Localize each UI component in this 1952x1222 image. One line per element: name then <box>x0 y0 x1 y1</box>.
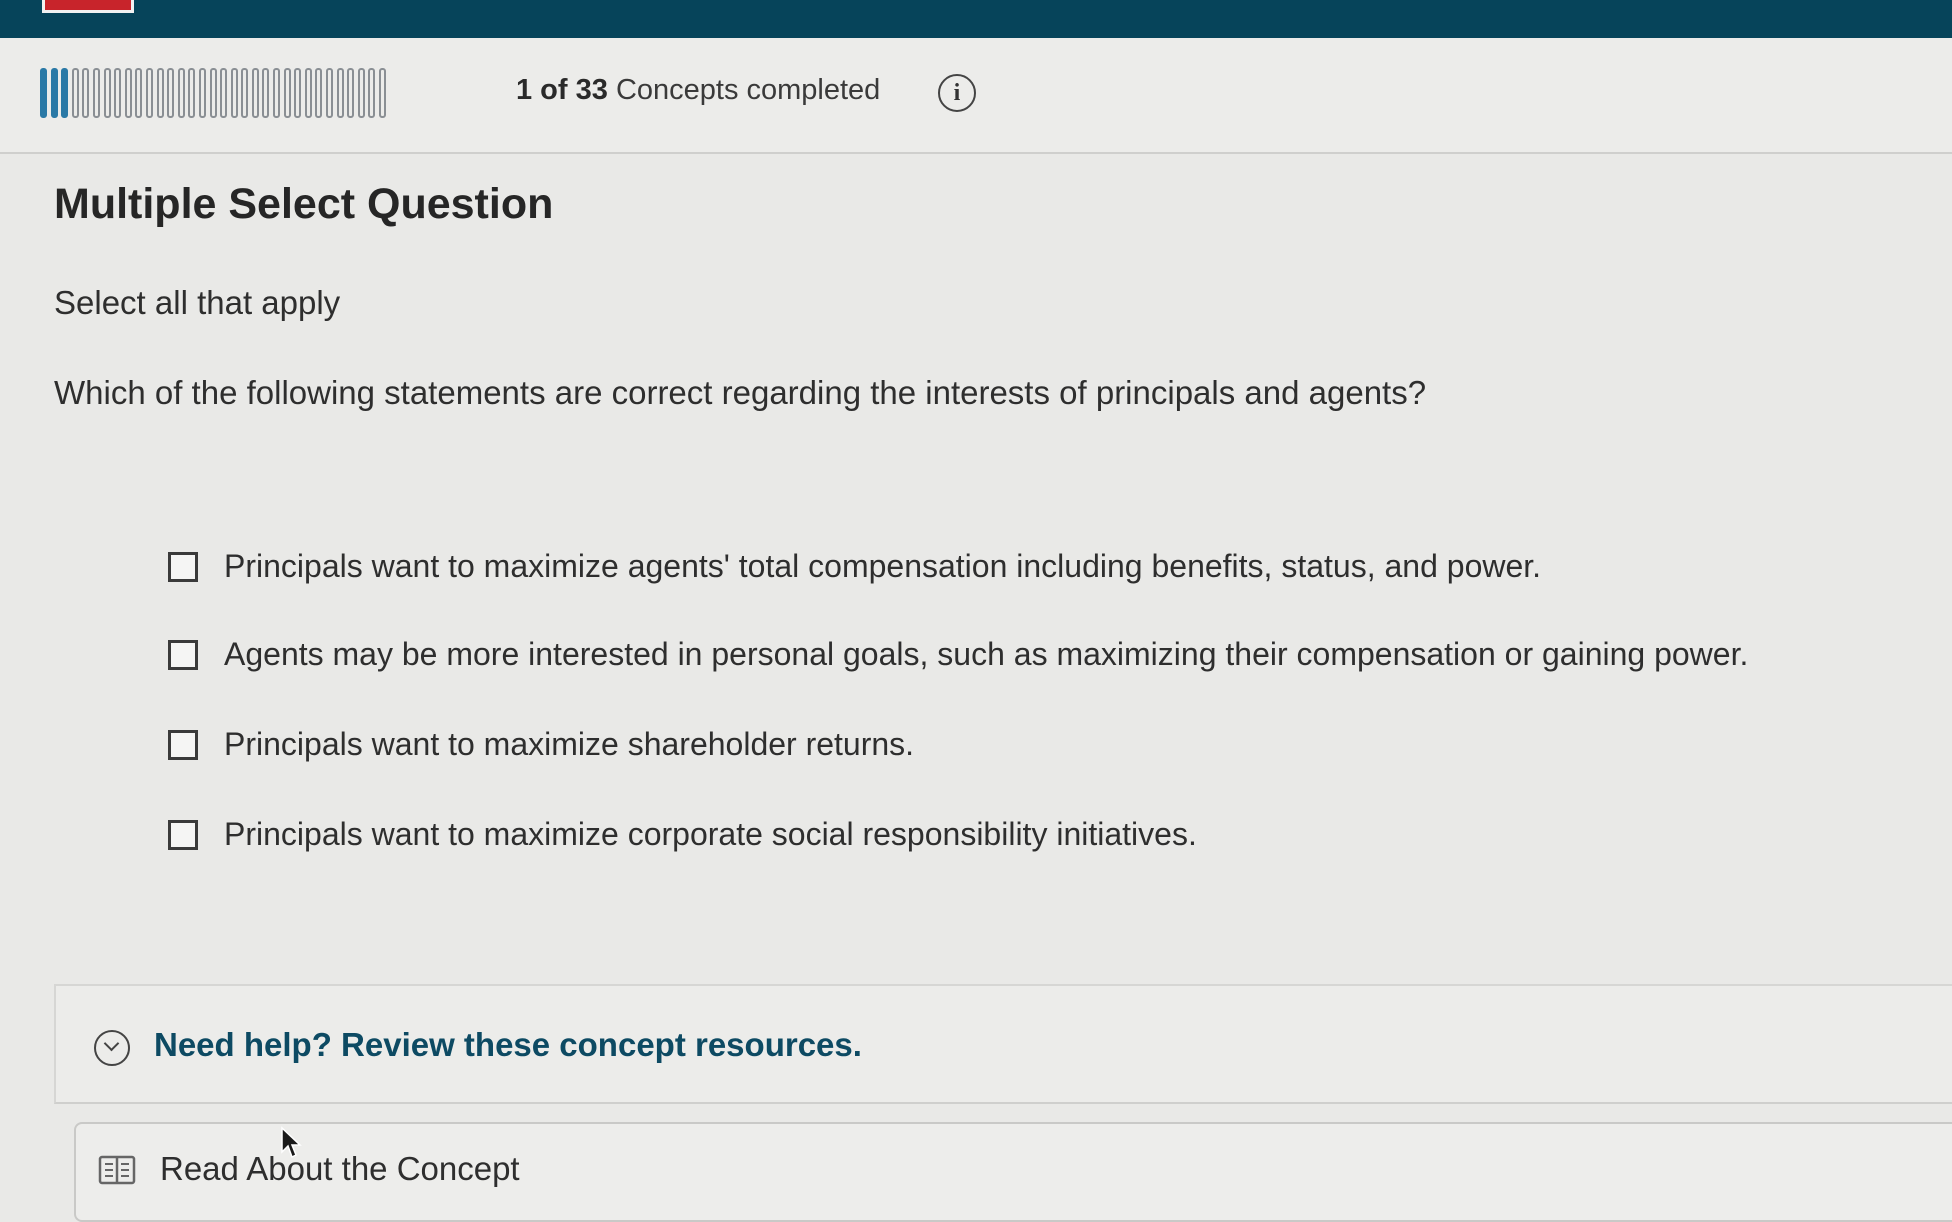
progress-segment <box>294 68 302 118</box>
mouse-cursor-icon <box>281 1126 302 1159</box>
progress-segment <box>241 68 249 118</box>
progress-segment <box>251 68 259 118</box>
progress-segment <box>50 68 58 118</box>
progress-segment <box>230 68 238 118</box>
progress-segment <box>262 68 270 118</box>
progress-segment <box>124 68 132 118</box>
progress-segment <box>326 68 334 118</box>
info-icon[interactable]: i <box>938 74 976 112</box>
progress-segment <box>156 68 164 118</box>
answer-option-label: Principals want to maximize agents' tota… <box>224 548 1542 584</box>
progress-segment <box>368 68 376 118</box>
progress-segment <box>103 68 111 118</box>
progress-segment <box>177 68 185 118</box>
question-instruction: Select all that apply <box>54 284 341 321</box>
progress-segment <box>336 68 344 118</box>
top-header-bar <box>0 0 1952 38</box>
progress-segment <box>347 68 355 118</box>
answer-option-label: Agents may be more interested in persona… <box>224 636 1749 672</box>
answer-checkbox[interactable] <box>168 551 198 582</box>
progress-segment <box>209 68 217 118</box>
progress-segment <box>114 68 122 118</box>
answer-checkbox[interactable] <box>168 819 198 850</box>
answer-option-label: Principals want to maximize corporate so… <box>224 816 1197 852</box>
progress-segment <box>61 68 69 118</box>
progress-segment <box>273 68 281 118</box>
progress-segment <box>135 68 143 118</box>
answer-option[interactable]: Principals want to maximize shareholder … <box>168 726 914 763</box>
progress-segment <box>315 68 323 118</box>
answer-option[interactable]: Principals want to maximize agents' tota… <box>168 548 1541 585</box>
brand-logo <box>42 0 134 13</box>
book-icon <box>98 1155 136 1185</box>
progress-segment <box>220 68 228 118</box>
question-type-heading: Multiple Select Question <box>54 180 554 228</box>
progress-segment <box>82 68 90 118</box>
progress-label: Concepts completed <box>615 74 881 106</box>
progress-section: 1 of 33 Concepts completed <box>0 38 1952 154</box>
progress-segment <box>198 68 206 118</box>
progress-segment <box>304 68 312 118</box>
answer-checkbox[interactable] <box>168 729 198 760</box>
progress-segment <box>40 68 47 118</box>
help-resources-toggle[interactable]: Need help? Review these concept resource… <box>154 1026 862 1064</box>
progress-segment <box>167 68 175 118</box>
progress-segment <box>188 68 196 118</box>
answer-option[interactable]: Principals want to maximize corporate so… <box>168 816 1197 853</box>
concept-progress-bar <box>40 68 386 120</box>
answer-option-label: Principals want to maximize shareholder … <box>224 726 915 762</box>
help-resources-panel[interactable]: Need help? Review these concept resource… <box>54 984 1952 1104</box>
progress-segment <box>283 68 291 118</box>
progress-count: 1 of 33 <box>516 74 608 106</box>
progress-segment <box>379 68 386 118</box>
read-concept-label: Read About the Concept <box>160 1150 520 1187</box>
question-prompt: Which of the following statements are co… <box>54 374 1427 411</box>
progress-segment <box>145 68 153 118</box>
progress-segment <box>71 68 79 118</box>
progress-segment <box>92 68 100 118</box>
chevron-down-icon[interactable] <box>94 1030 130 1066</box>
progress-text: 1 of 33 Concepts completed <box>516 74 880 107</box>
answer-option[interactable]: Agents may be more interested in persona… <box>168 636 1748 673</box>
progress-segment <box>357 68 365 118</box>
read-concept-button[interactable]: Read About the Concept <box>74 1122 1952 1222</box>
answer-checkbox[interactable] <box>168 639 198 670</box>
